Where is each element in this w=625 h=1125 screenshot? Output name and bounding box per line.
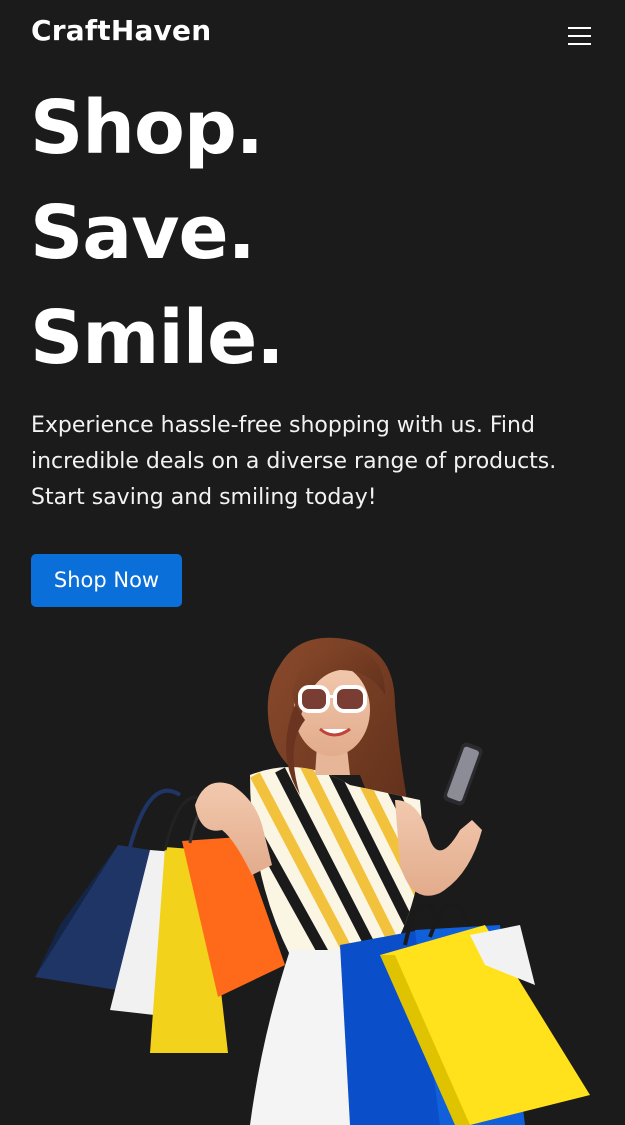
menu-button[interactable] bbox=[564, 20, 596, 52]
site-header: CraftHaven bbox=[0, 0, 625, 72]
hamburger-menu-icon bbox=[568, 27, 591, 45]
headline-line-shop: Shop. bbox=[30, 85, 264, 171]
headline-line-smile: Smile. bbox=[30, 295, 284, 381]
shopping-woman-image bbox=[35, 637, 590, 1125]
brand-logo[interactable]: CraftHaven bbox=[31, 14, 211, 47]
shop-now-button[interactable]: Shop Now bbox=[31, 554, 182, 607]
hero-tagline: Experience hassle-free shopping with us.… bbox=[31, 413, 557, 510]
headline-line-save: Save. bbox=[30, 190, 256, 276]
landing-page: CraftHaven Shop. Save. Smile. Experience… bbox=[0, 0, 625, 1125]
hero-headline: Shop. Save. Smile. bbox=[30, 76, 284, 391]
